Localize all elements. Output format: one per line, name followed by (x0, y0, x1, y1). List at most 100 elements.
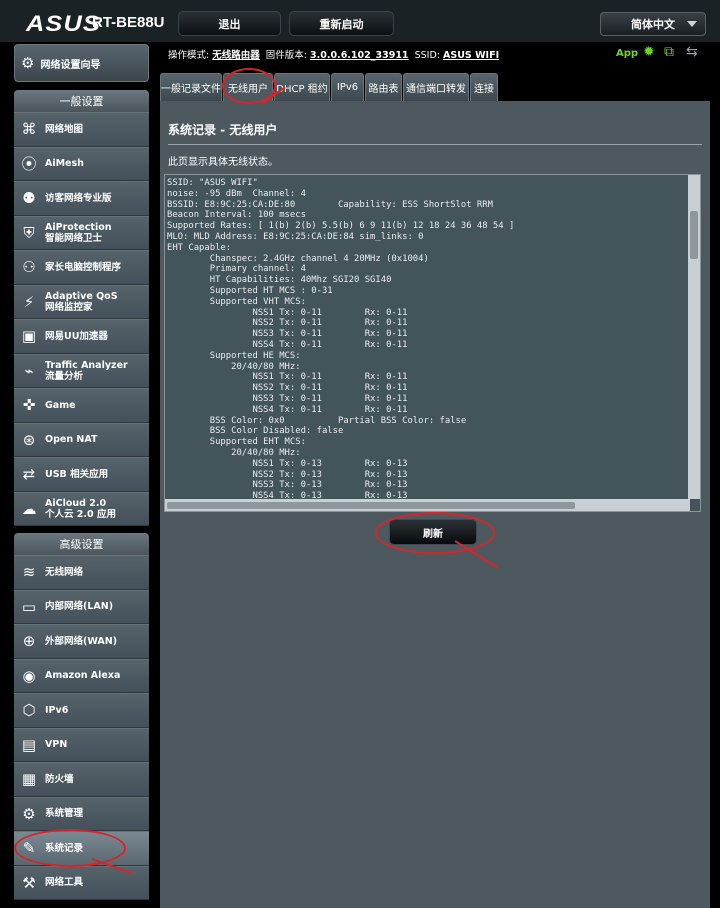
gear-status-icon[interactable]: ✹ (643, 44, 655, 60)
sidebar-item-label: Amazon Alexa (45, 670, 121, 682)
sidebar-item[interactable]: ⚡ Adaptive QoS 网络监控家 (14, 284, 149, 319)
sidebar-item-label: AiMesh (45, 158, 84, 170)
tab-port-forwarding[interactable]: 通信端口转发 (403, 73, 469, 101)
page-description: 此页显示具体无线状态。 (168, 157, 278, 168)
sidebar-item[interactable]: ☁ AiCloud 2.0 个人云 2.0 应用 (14, 491, 149, 526)
network-status-icon[interactable]: ⧉ (664, 44, 674, 60)
sidebar-item-label: 无线网络 (45, 566, 84, 578)
logout-button[interactable]: 退出 (178, 11, 281, 36)
general-settings-header: 一般设置 (14, 90, 149, 112)
sidebar-item[interactable]: ⚇ 家长电脑控制程序 (14, 250, 149, 285)
sidebar-item-label: VPN (45, 739, 68, 751)
wireless-icon: ≋ (22, 563, 36, 582)
log-content: SSID: "ASUS WIFI" noise: -95 dBm Channel… (167, 178, 515, 511)
sidebar-item[interactable]: ▭ 内部网络(LAN) (14, 589, 149, 624)
sidebar-item-label: AiCloud 2.0 个人云 2.0 应用 (45, 497, 116, 520)
sidebar-item[interactable]: ▤ VPN (14, 727, 149, 762)
wizard-icon: ⚙ (21, 54, 35, 72)
tab-routing-table[interactable]: 路由表 (365, 73, 402, 101)
sidebar-item[interactable]: ⬡ IPv6 (14, 693, 149, 728)
tab-connections[interactable]: 连接 (470, 73, 498, 101)
parental-control-icon: ⚇ (22, 258, 36, 277)
tab-ipv6[interactable]: IPv6 (331, 73, 364, 101)
ssid-value[interactable]: ASUS WIFI (443, 50, 499, 61)
sidebar-item-label: 外部网络(WAN) (45, 635, 118, 647)
sidebar-item[interactable]: ⚙ 系统管理 (14, 796, 149, 831)
scrollbar-thumb[interactable] (167, 502, 575, 509)
app-link[interactable]: App (616, 48, 638, 59)
language-select[interactable]: 简体中文 (600, 12, 706, 36)
wan-icon: ⊕ (22, 632, 36, 651)
log-textarea[interactable]: SSID: "ASUS WIFI" noise: -95 dBm Channel… (164, 174, 701, 512)
sidebar-item[interactable]: ▦ 防火墙 (14, 762, 149, 797)
sidebar-item[interactable]: ⦿ AiMesh (14, 146, 149, 181)
sidebar-item-label: 内部网络(LAN) (45, 601, 114, 613)
brand-logo: ASUS (26, 11, 101, 36)
vpn-icon: ▤ (21, 735, 37, 754)
ipv6-icon: ⬡ (22, 701, 36, 720)
aiprotection-icon: ⛨ (23, 223, 35, 242)
model-name: RT-BE88U (92, 14, 165, 31)
horizontal-scrollbar[interactable] (165, 499, 690, 511)
sidebar-item-label: 家长电脑控制程序 (45, 261, 122, 273)
sidebar-item-label: AiProtection 智能网络卫士 (45, 221, 112, 244)
advanced-settings-header: 高级设置 (14, 533, 149, 555)
sidebar-item-label: Open NAT (45, 434, 98, 446)
sidebar-item-label: 访客网络专业版 (45, 192, 112, 204)
chevron-down-icon (687, 21, 697, 27)
sidebar-item-label: 网络设置向导 (40, 59, 101, 71)
sidebar-item-wizard[interactable]: ⚙ 网络设置向导 (14, 44, 149, 82)
sidebar-item[interactable]: ⚉ 访客网络专业版 (14, 181, 149, 216)
usb-status-icon[interactable]: ⇆ (686, 44, 698, 60)
uu-booster-icon: ▣ (21, 327, 37, 346)
sidebar-item-label: 网络地图 (45, 123, 84, 135)
sidebar-item-label: 网易UU加速器 (45, 330, 108, 342)
scrollbar-thumb[interactable] (690, 211, 698, 259)
network-tools-icon: ⚒ (22, 873, 36, 892)
traffic-analyzer-icon: ⌁ (24, 361, 34, 380)
sidebar-item[interactable]: ⛨ AiProtection 智能网络卫士 (14, 215, 149, 250)
qos-icon: ⚡ (23, 292, 35, 311)
sidebar-item-label: Traffic Analyzer 流量分析 (45, 359, 128, 382)
firmware-value[interactable]: 3.0.0.6.102_33911 (310, 50, 409, 61)
ssid-label: SSID: (414, 50, 440, 61)
language-value: 简体中文 (631, 18, 675, 31)
status-bar: 操作模式: 无线路由器 固件版本: 3.0.0.6.102_33911 SSID… (168, 47, 499, 61)
open-nat-icon: ⊛ (22, 430, 36, 449)
page-title: 系统记录 - 无线用户 (168, 123, 278, 137)
sidebar-item-label: 系统管理 (45, 808, 84, 820)
sidebar-item[interactable]: ✜ Game (14, 388, 149, 423)
vertical-scrollbar[interactable] (688, 175, 700, 499)
aicloud-icon: ☁ (21, 499, 37, 518)
sidebar-item[interactable]: ▣ 网易UU加速器 (14, 319, 149, 354)
aimesh-icon: ⦿ (21, 155, 37, 174)
sidebar-item[interactable]: ⌘ 网络地图 (14, 112, 149, 147)
annotation-circle (14, 829, 126, 867)
alexa-icon: ◉ (22, 666, 36, 685)
sidebar-item-label: Game (45, 399, 76, 411)
firmware-label: 固件版本: (265, 50, 307, 61)
sidebar-item-label: 防火墙 (45, 773, 74, 785)
sidebar-item[interactable]: ⊛ Open NAT (14, 422, 149, 457)
general-menu: ⌘ 网络地图 ⦿ AiMesh ⚉ 访客网络专业版 ⛨ AiProtection 智能网络卫士… (14, 112, 149, 526)
admin-icon: ⚙ (22, 804, 36, 823)
usb-icon: ⇄ (22, 465, 36, 484)
sidebar-item[interactable]: ⊕ 外部网络(WAN) (14, 624, 149, 659)
sidebar-item[interactable]: ◉ Amazon Alexa (14, 658, 149, 693)
top-bar: ASUS RT-BE88U 退出 重新启动 简体中文 (0, 0, 720, 42)
sidebar-item-label: IPv6 (45, 704, 69, 716)
mode-value[interactable]: 无线路由器 (212, 50, 260, 61)
game-icon: ✜ (22, 396, 36, 415)
lan-icon: ▭ (21, 597, 37, 616)
sidebar-item-label: Adaptive QoS 网络监控家 (45, 290, 118, 313)
sidebar-item-label: 网络工具 (45, 877, 84, 889)
firewall-icon: ▦ (21, 770, 37, 789)
network-map-icon: ⌘ (21, 120, 37, 139)
sidebar-item[interactable]: ⇄ USB 相关应用 (14, 457, 149, 492)
sidebar-item-label: USB 相关应用 (45, 468, 109, 480)
reboot-button[interactable]: 重新启动 (289, 11, 394, 36)
sidebar-item[interactable]: ⌁ Traffic Analyzer 流量分析 (14, 353, 149, 388)
tab-general-log[interactable]: 一般记录文件 (160, 73, 222, 101)
mode-label: 操作模式: (168, 50, 210, 61)
sidebar-item[interactable]: ≋ 无线网络 (14, 555, 149, 590)
